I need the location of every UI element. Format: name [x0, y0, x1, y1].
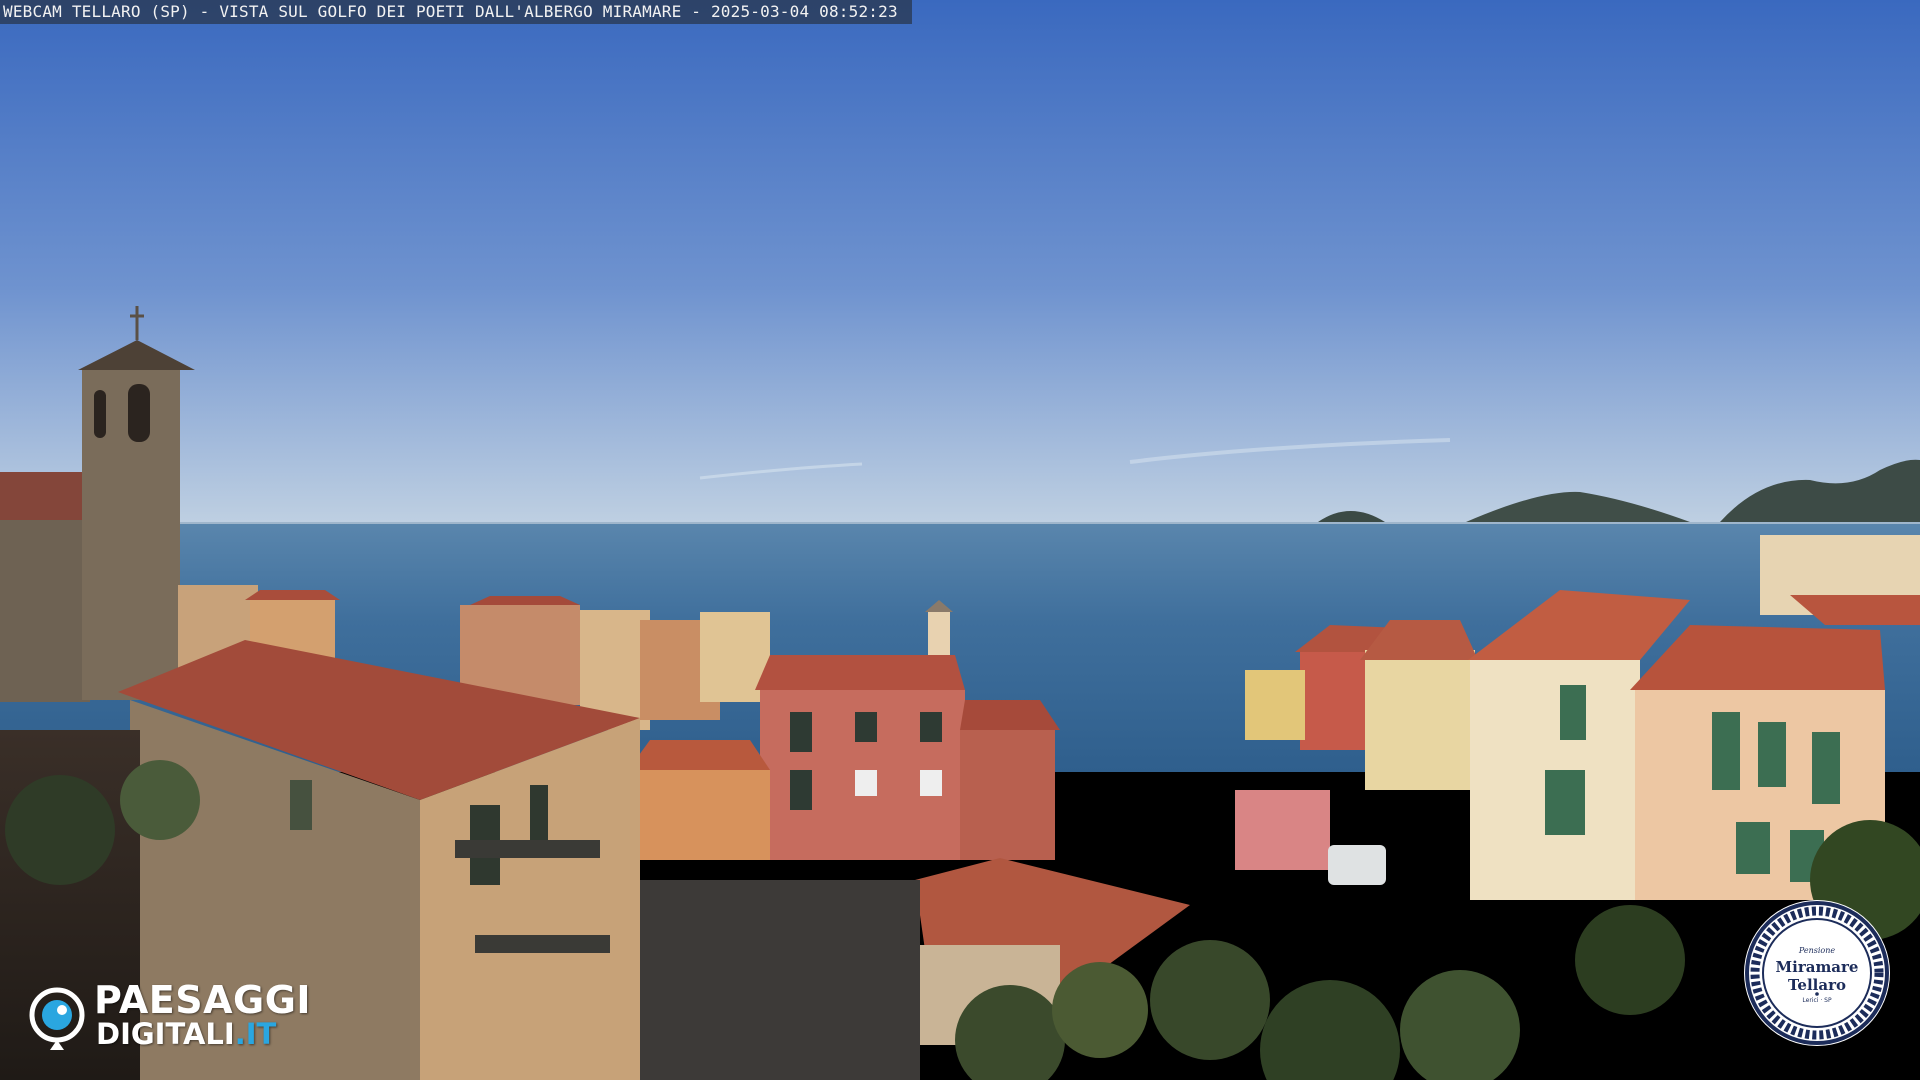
balcony [475, 935, 610, 953]
tower-window [128, 384, 150, 442]
tree [1150, 940, 1270, 1060]
window [1560, 685, 1586, 740]
window [1712, 712, 1740, 790]
pink-small-building [1235, 790, 1330, 870]
window [790, 770, 812, 810]
pink-annex [960, 730, 1055, 860]
tree [1052, 962, 1148, 1058]
yellow-building [1245, 670, 1305, 740]
webcam-frame: WEBCAM TELLARO (SP) - VISTA SUL GOLFO DE… [0, 0, 1920, 1080]
roof [245, 590, 340, 600]
tree [120, 760, 200, 840]
logo-line2-main: DIGITALI [96, 1017, 235, 1051]
tree [5, 775, 115, 885]
logo-line2: DIGITALI.IT [96, 1018, 276, 1050]
window [1758, 722, 1786, 787]
sky [0, 0, 1920, 525]
webcam-caption: WEBCAM TELLARO (SP) - VISTA SUL GOLFO DE… [0, 0, 912, 24]
window [1545, 770, 1585, 835]
window [920, 770, 942, 796]
red-building [1300, 650, 1370, 750]
window [855, 770, 877, 796]
roof [628, 740, 770, 770]
balcony [455, 840, 600, 858]
window [1812, 732, 1840, 804]
logo-line2-tld: .IT [234, 1017, 277, 1051]
street [640, 880, 920, 1080]
orange-building [630, 770, 770, 860]
window [1736, 822, 1770, 874]
seal-name-line1: Miramare [1775, 958, 1859, 976]
seal-name-line2: Tellaro [1787, 976, 1846, 994]
seal-small-text: Pensione [1798, 946, 1836, 955]
tree [1260, 980, 1400, 1080]
window [790, 712, 812, 752]
hotel-seal-logo: Pensione Miramare Tellaro Lerici · SP [1742, 898, 1892, 1048]
tower-window [94, 390, 106, 438]
roof [755, 655, 965, 690]
church-roof [0, 472, 95, 520]
white-van [1328, 845, 1386, 885]
cream-building [1365, 650, 1475, 790]
window [920, 712, 942, 742]
seal-tiny-text: Lerici · SP [1802, 997, 1832, 1004]
webcam-scene [0, 0, 1920, 1080]
logo-line1: PAESAGGI [94, 978, 312, 1022]
tree [1575, 905, 1685, 1015]
window [530, 785, 548, 840]
eye-icon [29, 987, 85, 1050]
tree [1400, 970, 1520, 1080]
window [290, 780, 312, 830]
paesaggi-digitali-logo: PAESAGGI DIGITALI.IT [28, 978, 338, 1050]
window [855, 712, 877, 742]
